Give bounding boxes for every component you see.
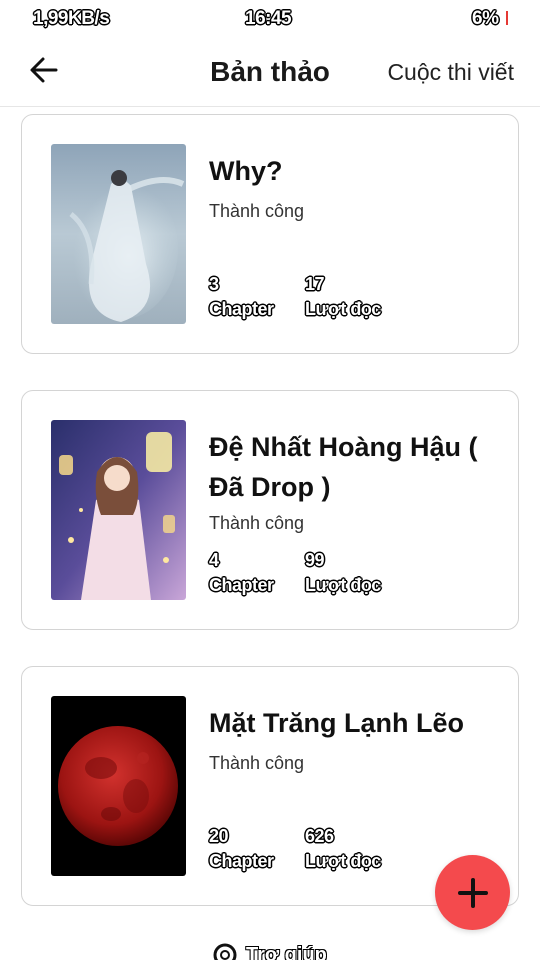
chapter-count-label: Chapter [209, 575, 274, 595]
story-title: Mặt Trăng Lạnh Lẽo [209, 708, 465, 738]
battery-percent: 6% [472, 8, 499, 29]
chapter-count-value: 3 [209, 274, 219, 294]
story-cover-image [51, 696, 186, 876]
read-count: 626 Lượt đọc [305, 824, 381, 874]
read-count-label: Lượt đọc [305, 575, 381, 595]
chapter-count-label: Chapter [209, 851, 274, 871]
story-cover-image [51, 144, 186, 324]
read-count-label: Lượt đọc [305, 851, 381, 871]
story-status: Thành công [209, 513, 305, 533]
app-header: Bản thảo Cuộc thi viết [0, 40, 540, 107]
story-card[interactable]: Đệ Nhất Hoàng Hậu ( Đã Drop ) Thành công… [21, 390, 519, 630]
read-count-value: 17 [305, 274, 325, 294]
chapter-count: 3 Chapter [209, 272, 274, 322]
story-card[interactable]: Why? Thành công 3 Chapter 17 Lượt đọc [21, 114, 519, 354]
read-count-label: Lượt đọc [305, 299, 381, 319]
help-icon [213, 943, 237, 960]
story-status: Thành công [209, 201, 305, 221]
network-speed: 1,99KB/s [33, 8, 110, 29]
battery-icon [506, 11, 508, 25]
plus-icon [457, 877, 488, 908]
read-count-value: 626 [305, 826, 334, 846]
story-cover-image [51, 420, 186, 600]
status-bar: 1,99KB/s 16:45 6% [0, 0, 540, 40]
read-count: 17 Lượt đọc [305, 272, 381, 322]
chapter-count-value: 20 [209, 826, 229, 846]
story-title: Đệ Nhất Hoàng Hậu ( Đã Drop ) [209, 432, 478, 502]
story-status: Thành công [209, 753, 305, 773]
chapter-count-label: Chapter [209, 299, 274, 319]
help-button[interactable]: Trợ giúp [212, 942, 327, 960]
help-label: Trợ giúp [246, 943, 327, 960]
read-count-value: 99 [305, 550, 325, 570]
read-count: 99 Lượt đọc [305, 548, 381, 598]
chapter-count: 20 Chapter [209, 824, 274, 874]
story-title: Why? [209, 156, 283, 186]
writing-contest-link[interactable]: Cuộc thi viết [387, 59, 514, 86]
chapter-count: 4 Chapter [209, 548, 274, 598]
clock: 16:45 [245, 8, 292, 29]
chapter-count-value: 4 [209, 550, 219, 570]
add-story-button[interactable] [435, 855, 510, 930]
